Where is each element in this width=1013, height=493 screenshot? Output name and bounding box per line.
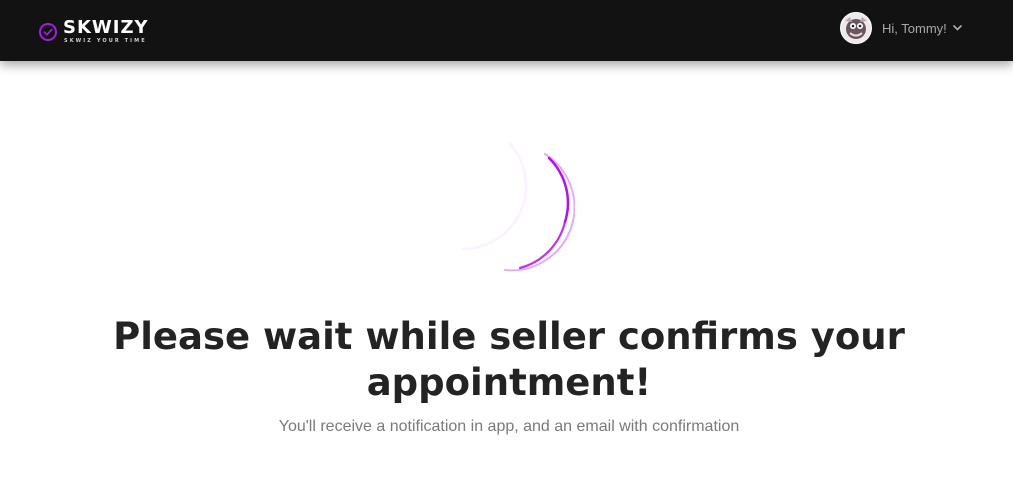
page-title: Please wait while seller confirms your a…	[113, 315, 905, 404]
brand-name: SKWIZY	[63, 17, 149, 38]
loading-spinner	[461, 142, 575, 272]
chevron-down-icon[interactable]	[953, 25, 962, 31]
clock-check-icon	[39, 23, 57, 41]
avatar-image	[841, 13, 871, 43]
user-greeting[interactable]: Hi, Tommy!	[882, 21, 947, 36]
top-navigation-bar: SKWIZY SKWIZ YOUR TIME Hi, Tommy!	[0, 0, 1013, 61]
page-subtitle: You'll receive a notification in app, an…	[278, 418, 740, 435]
avatar[interactable]	[840, 12, 872, 44]
brand-tagline: SKWIZ YOUR TIME	[64, 38, 147, 44]
